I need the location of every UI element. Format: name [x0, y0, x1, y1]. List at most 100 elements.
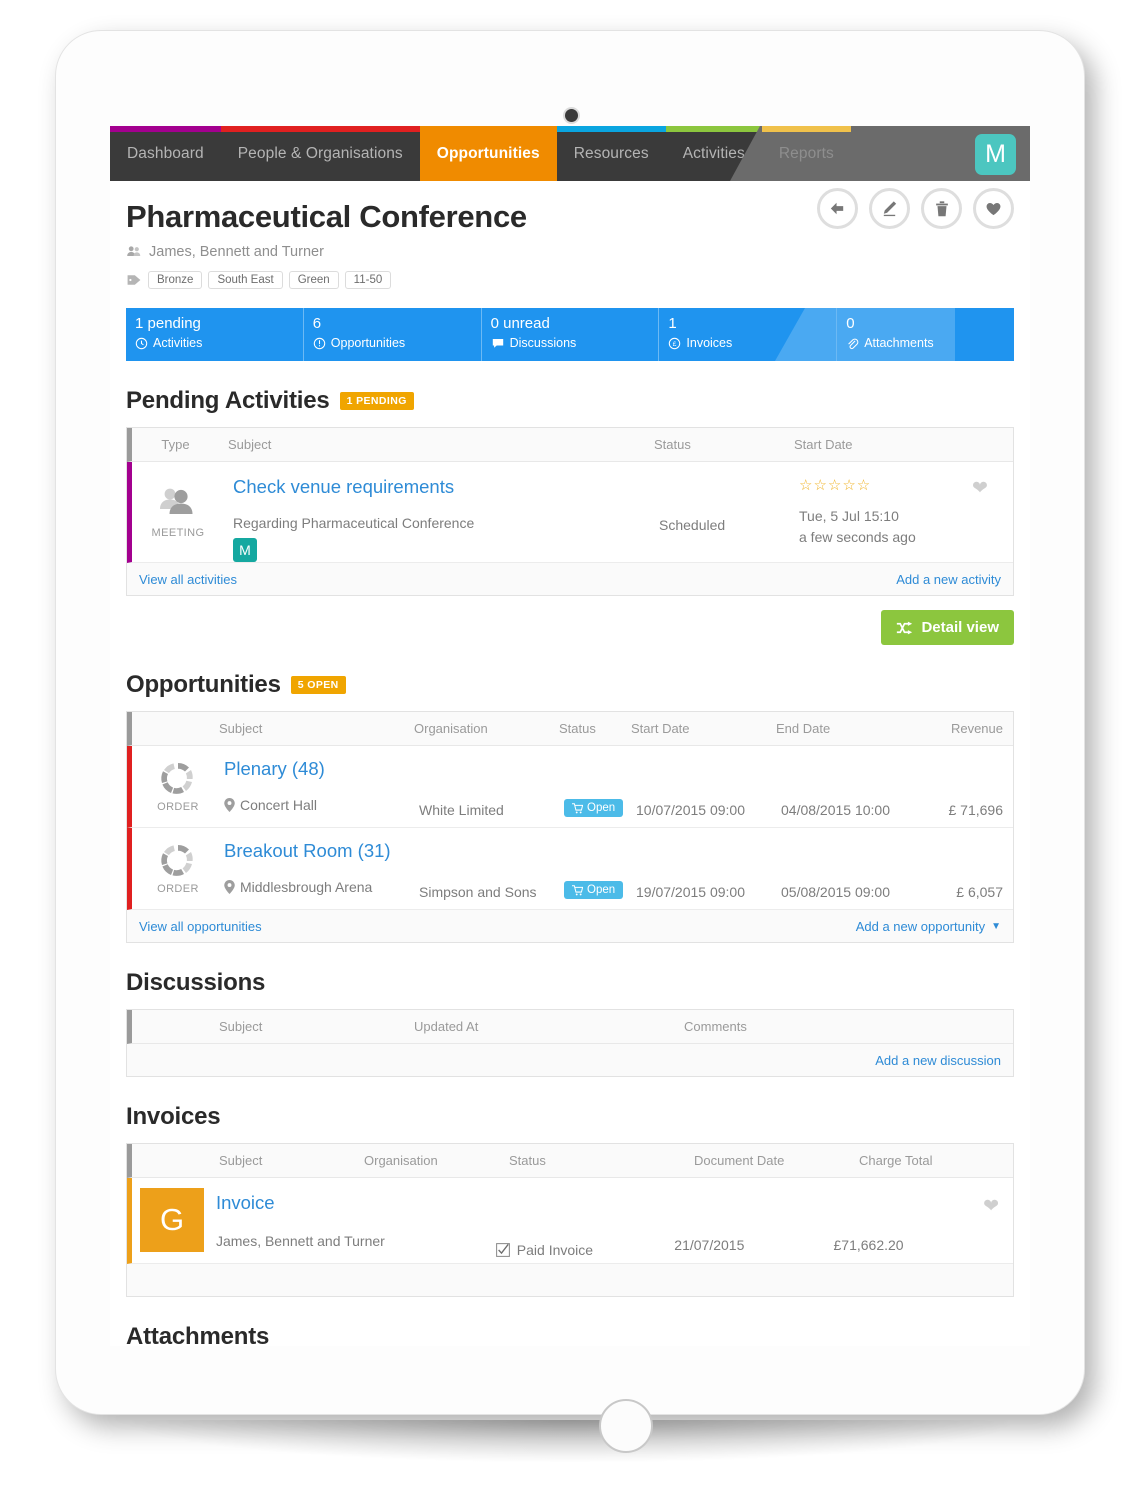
stat-activities[interactable]: 1 pending Activities — [126, 308, 304, 361]
section-title: Pending Activities — [126, 387, 330, 414]
column-header-start-date: Start Date — [631, 721, 690, 736]
pending-activities-heading: Pending Activities 1 PENDING — [126, 387, 1014, 415]
stat-value: 0 — [846, 315, 855, 332]
stat-label: Activities — [153, 336, 203, 350]
tag-icon — [127, 275, 141, 285]
nav-label: Activities — [682, 144, 745, 162]
clock-icon — [135, 337, 148, 349]
stat-discussions[interactable]: 0 unread Discussions — [482, 308, 660, 361]
nav-strip-activities — [665, 126, 762, 132]
nav-strip-reports — [761, 126, 851, 132]
favourite-button[interactable] — [973, 188, 1014, 229]
view-all-activities-link[interactable]: View all activities — [139, 572, 237, 587]
pencil-icon — [883, 201, 897, 217]
rating-stars[interactable]: ☆☆☆☆☆ — [799, 476, 958, 494]
stat-label-wrap: Activities — [135, 336, 295, 350]
nav-strip-opportunities — [419, 126, 557, 132]
back-button[interactable] — [817, 188, 858, 229]
home-button[interactable] — [599, 1399, 653, 1453]
column-header-organisation: Organisation — [414, 721, 488, 736]
table-row[interactable]: ORDER Breakout Room (31) Middlesbrough A… — [127, 828, 1013, 910]
comment-icon — [492, 338, 503, 348]
view-all-opportunities-link[interactable]: View all opportunities — [139, 919, 262, 934]
stat-value: 0 unread — [490, 315, 550, 332]
table-row[interactable]: ORDER Plenary (48) Concert Hall White Li… — [127, 746, 1013, 828]
favourite-icon[interactable]: ❤ — [972, 478, 988, 499]
table-header: Type Subject Status Start Date — [127, 428, 1013, 462]
invoice-document-date: 21/07/2015 — [674, 1237, 745, 1253]
paperclip-icon — [848, 338, 859, 349]
invoice-avatar-cell: G — [132, 1178, 216, 1263]
opportunity-revenue: £ 6,057 — [956, 884, 1003, 900]
activity-type-label: MEETING — [151, 527, 205, 539]
column-header-revenue: Revenue — [950, 721, 1003, 736]
activity-favourite-cell: ❤ — [958, 462, 1013, 562]
delete-button[interactable] — [921, 188, 962, 229]
edit-button[interactable] — [869, 188, 910, 229]
discussions-footer: Add a new discussion — [127, 1044, 1013, 1076]
discussions-heading: Discussions — [126, 969, 1014, 997]
table-row[interactable]: MEETING Check venue requirements Regardi… — [127, 462, 1013, 563]
heart-icon — [986, 202, 1001, 216]
detail-view-button[interactable]: Detail view — [881, 610, 1014, 645]
app-logo[interactable]: M — [975, 134, 1016, 175]
column-header-status: Status — [509, 1153, 546, 1168]
column-header-end-date: End Date — [776, 721, 831, 736]
stat-label: Attachments — [864, 336, 934, 350]
chevron-down-icon[interactable]: ▼ — [991, 921, 1001, 932]
nav-item-people-organisations[interactable]: People & Organisations — [220, 126, 420, 181]
add-new-discussion-link[interactable]: Add a new discussion — [875, 1053, 1001, 1068]
invoice-organisation: James, Bennett and Turner — [215, 1233, 385, 1249]
opportunity-venue: Concert Hall — [224, 797, 419, 813]
opportunity-subject-cell: Plenary (48) Concert Hall — [224, 746, 419, 827]
opportunity-subject-cell: Breakout Room (31) Middlesbrough Arena — [224, 828, 419, 909]
column-header-updated-at: Updated At — [414, 1019, 479, 1034]
stat-attachments[interactable]: 0 Attachments — [837, 308, 1014, 361]
status-badge-open[interactable]: Open — [564, 881, 624, 899]
camera-icon — [565, 109, 578, 122]
nav-item-dashboard[interactable]: Dashboard — [110, 126, 221, 181]
stat-opportunities[interactable]: 6 Opportunities — [304, 308, 482, 361]
invoices-footer — [127, 1264, 1013, 1296]
tag-item[interactable]: South East — [208, 271, 283, 289]
invoice-subject-link[interactable]: Invoice — [216, 1192, 496, 1214]
activity-subject-link[interactable]: Check venue requirements — [233, 476, 659, 498]
column-header-type: Type — [161, 437, 190, 452]
arrow-left-icon — [830, 202, 844, 215]
activity-owner-badge[interactable]: M — [233, 538, 257, 562]
currency-icon: £ — [669, 337, 681, 349]
tag-item[interactable]: Green — [288, 271, 339, 289]
page-content: Pharmaceutical Conference James, Bennett… — [110, 181, 1030, 1346]
opportunity-subject-link[interactable]: Plenary (48) — [224, 758, 419, 780]
stat-label-wrap: Discussions — [491, 336, 651, 350]
activity-date-cell: ☆☆☆☆☆ Tue, 5 Jul 15:10 a few seconds ago — [799, 462, 958, 562]
activity-relative-time: a few seconds ago — [799, 529, 916, 545]
tag-item[interactable]: 11-50 — [344, 271, 392, 289]
opportunity-venue: Middlesbrough Arena — [224, 879, 419, 895]
opportunity-subject-link[interactable]: Breakout Room (31) — [224, 840, 419, 862]
opportunity-revenue: £ 71,696 — [948, 802, 1004, 818]
invoice-charge-total: £71,662.20 — [833, 1237, 904, 1253]
favourite-icon[interactable]: ❤ — [983, 1196, 999, 1217]
status-label: Open — [587, 802, 616, 814]
nav-item-resources[interactable]: Resources — [556, 126, 666, 181]
nav-label: People & Organisations — [237, 144, 403, 162]
opportunity-organisation: Simpson and Sons — [419, 884, 537, 900]
stat-label-wrap: £ Invoices — [668, 336, 828, 350]
add-new-opportunity-link[interactable]: Add a new opportunity — [856, 919, 985, 934]
order-icon — [161, 844, 193, 876]
invoice-subject-cell: Invoice James, Bennett and Turner — [216, 1178, 496, 1263]
tag-item[interactable]: Bronze — [148, 271, 203, 289]
nav-item-opportunities[interactable]: Opportunities — [419, 126, 557, 181]
table-row[interactable]: G Invoice James, Bennett and Turner Paid… — [127, 1178, 1013, 1264]
trash-icon — [935, 200, 948, 216]
activity-regarding: Regarding Pharmaceutical Conference — [233, 515, 475, 531]
add-new-activity-link[interactable]: Add a new activity — [896, 572, 1001, 587]
stats-bar: 1 pending Activities 6 Opportunities 0 u… — [126, 308, 1014, 361]
opportunity-type-label: ORDER — [157, 800, 199, 813]
location-pin-icon — [224, 880, 235, 894]
nav-item-reports[interactable]: Reports — [761, 126, 851, 181]
detail-view-label: Detail view — [921, 619, 999, 636]
stat-invoices[interactable]: 1 £ Invoices — [659, 308, 838, 361]
status-badge-open[interactable]: Open — [564, 799, 624, 817]
